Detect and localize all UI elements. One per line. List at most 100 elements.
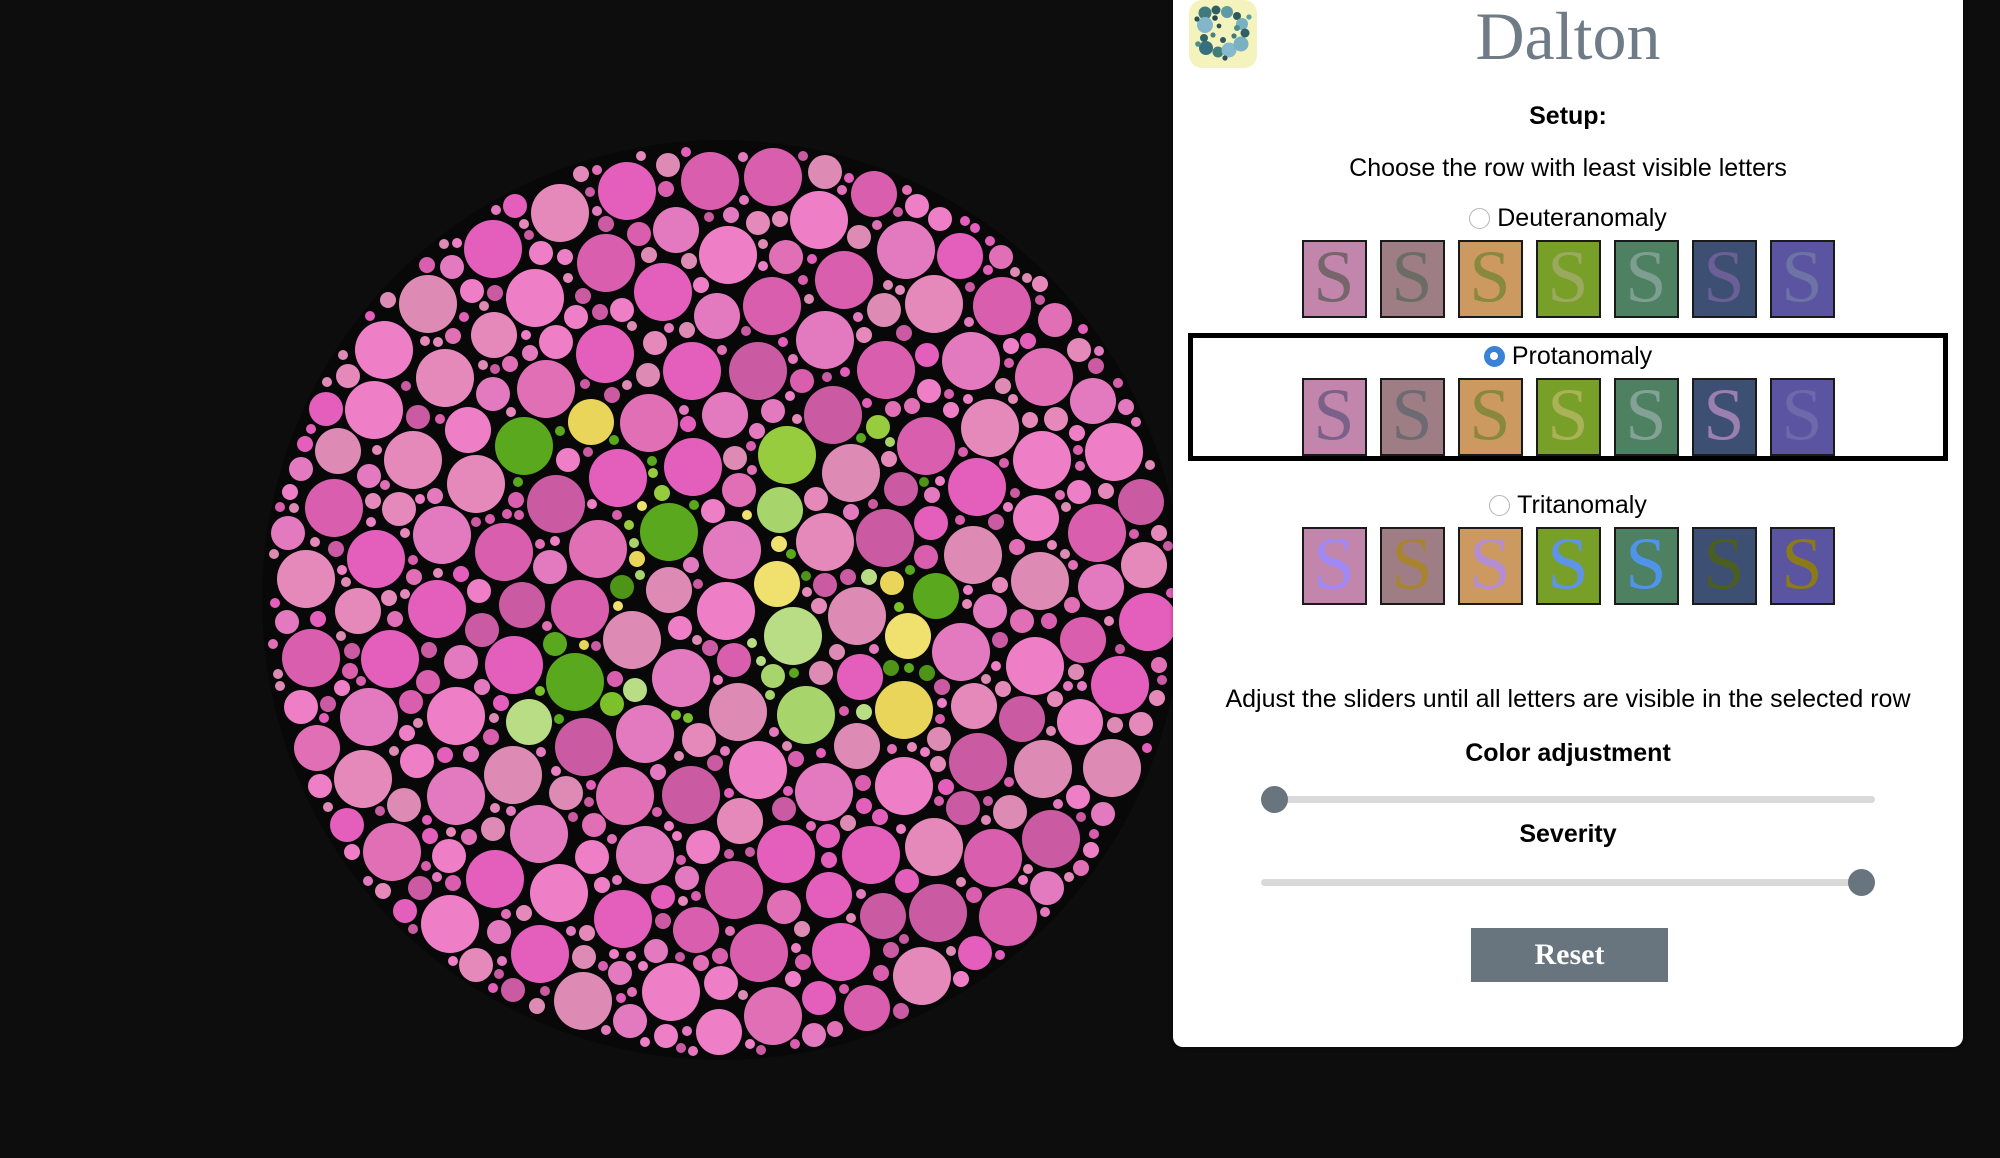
plate-dot [493,694,510,711]
plate-dot [717,344,728,355]
plate-dot [269,549,279,559]
plate-dot [554,426,565,437]
plate-dot [1009,487,1020,498]
slider-thumb[interactable] [1848,869,1875,896]
plate-dot [995,949,1006,960]
plate-dot [960,398,1019,457]
severity-label: Severity [1519,820,1617,848]
swatch-letter: S [1703,240,1745,318]
plate-dot [745,441,756,452]
plate-dot [937,778,954,795]
plate-dot [1047,539,1058,550]
plate-dot [446,454,505,513]
plate-dot [896,325,913,342]
plate-dot [790,368,815,393]
plate-dot [676,854,687,865]
plate-dot [459,311,470,322]
plate-dot [346,530,405,589]
plate-dot [529,864,588,923]
plate-dot [1037,303,1072,338]
plate-dot [1022,863,1033,874]
plate-dot [1074,461,1085,472]
option-group-deuteranomaly[interactable]: Deuteranomaly S S S S S S S [1191,200,1945,318]
plate-dot [937,697,948,708]
plate-dot [598,161,657,220]
plate-dot [1046,726,1057,737]
option-header-deuteranomaly[interactable]: Deuteranomaly [1191,200,1945,236]
plate-dot [1078,323,1089,334]
option-header-protanomaly[interactable]: Protanomaly [1193,338,1943,374]
plate-dot [309,611,326,627]
plate-dot [1131,416,1142,427]
plate-dot [904,565,915,576]
severity-slider[interactable] [1261,868,1875,896]
plate-dot [1003,357,1014,368]
plate-dot [1162,541,1173,551]
plate-dot [901,184,912,195]
plate-dot [671,831,682,841]
plate-dot [771,211,788,228]
plate-dot [682,723,717,758]
plate-dot [691,634,702,645]
option-group-tritanomaly[interactable]: Tritanomaly S S S S S S S [1191,487,1945,605]
plate-dot [305,423,316,434]
slider-track[interactable] [1261,879,1875,886]
color-adjustment-slider[interactable] [1261,785,1875,813]
plate-dot [992,577,1009,594]
plate-dot [983,795,994,806]
plate-dot [289,456,314,481]
plate-dot [840,569,857,586]
option-group-protanomaly[interactable]: Protanomaly S S S S S S S [1188,333,1948,461]
plate-dot [677,895,688,906]
plate-dot [918,665,935,682]
plate-dot [341,662,358,679]
reset-button[interactable]: Reset [1471,928,1668,982]
swatch-letter: S [1469,240,1511,318]
plate-dot [795,512,854,571]
plate-dot [675,1043,686,1054]
plate-dot [847,224,872,249]
radio-tritanomaly[interactable] [1489,494,1511,516]
plate-dot [489,802,500,813]
plate-dot [919,477,930,488]
plate-dot [365,310,376,321]
plate-dot [653,206,700,253]
plate-dot [856,509,915,568]
plate-dot [652,806,663,817]
plate-dot [482,728,499,745]
plate-dot [981,815,992,826]
plate-dot [741,509,752,520]
plate-dot [802,587,813,598]
color-swatch: S [1769,378,1835,456]
plate-dot [528,998,545,1015]
plate-dot [627,221,652,246]
plate-dot [650,884,675,909]
plate-dot [540,985,551,996]
radio-protanomaly[interactable] [1483,345,1505,367]
plate-dot [506,268,565,327]
option-header-tritanomaly[interactable]: Tritanomaly [1191,487,1945,523]
plate-dot [1113,377,1124,388]
slider-track[interactable] [1261,796,1875,803]
swatch-letter: S [1313,378,1355,456]
plate-dot [743,148,802,207]
plate-dot [700,499,725,524]
plate-dot [447,955,458,966]
adjust-instruction: Adjust the sliders until all letters are… [1225,685,1911,713]
plate-dot [398,274,457,333]
radio-deuteranomaly[interactable] [1469,207,1491,229]
plate-dot [535,538,546,549]
slider-thumb[interactable] [1261,786,1288,813]
plate-dot [958,935,993,970]
plate-dot [626,986,637,997]
plate-dot [1097,483,1114,500]
plate-dot [467,578,492,603]
plate-dot [612,1003,647,1038]
plate-dot [550,765,561,776]
plate-dot [840,814,857,831]
plate-dot [844,984,891,1031]
plate-dot [1115,643,1126,654]
plate-dot [507,492,524,509]
plate-dot [623,678,648,703]
plate-dot [510,805,569,864]
